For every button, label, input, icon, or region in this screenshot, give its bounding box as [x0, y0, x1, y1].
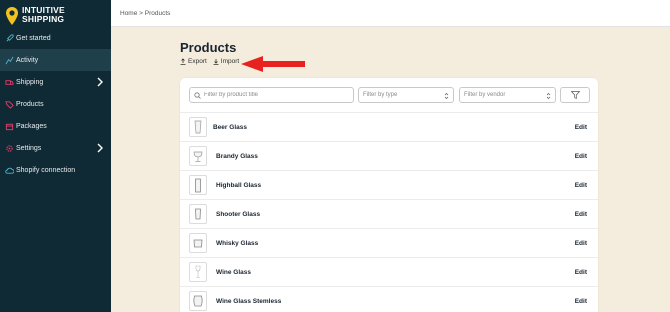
page-actions: Export Import: [180, 58, 245, 65]
chevron-right-icon: [97, 77, 103, 87]
sidebar-item-label: Settings: [16, 144, 42, 152]
export-label: Export: [188, 58, 207, 65]
sidebar: INTUITIVE SHIPPING Get started Activity …: [0, 0, 111, 312]
table-row[interactable]: Brandy Glass Edit: [180, 141, 598, 170]
edit-button[interactable]: Edit: [575, 240, 587, 247]
search-input[interactable]: [204, 92, 344, 98]
gear-icon: [4, 143, 14, 153]
table-row[interactable]: Wine Glass Stemless Edit: [180, 286, 598, 312]
brand-logo[interactable]: INTUITIVE SHIPPING: [5, 6, 65, 26]
product-thumbnail: [189, 146, 207, 166]
product-thumbnail: [189, 233, 207, 253]
import-icon: [213, 59, 219, 65]
sidebar-item-packages[interactable]: Packages: [0, 115, 111, 137]
product-list: Beer Glass Edit Brandy Glass Edit Highba…: [180, 112, 598, 312]
product-thumbnail: [189, 117, 207, 137]
product-name: Highball Glass: [216, 181, 262, 189]
vendor-filter-select[interactable]: Filter by vendor: [459, 87, 556, 103]
sidebar-item-label: Packages: [16, 122, 47, 130]
brand-name: INTUITIVE SHIPPING: [22, 6, 65, 24]
highball-glass-icon: [195, 178, 201, 192]
product-thumbnail: [189, 175, 207, 195]
product-name: Wine Glass Stemless: [216, 297, 282, 305]
sidebar-item-products[interactable]: Products: [0, 93, 111, 115]
table-row[interactable]: Highball Glass Edit: [180, 170, 598, 199]
brand-line-2: SHIPPING: [22, 14, 65, 24]
location-pin-icon: [6, 7, 18, 25]
cloud-icon: [4, 165, 14, 175]
edit-button[interactable]: Edit: [575, 269, 587, 276]
product-thumbnail: [189, 262, 207, 282]
stemless-wine-glass-icon: [193, 295, 203, 307]
activity-icon: [4, 55, 14, 65]
search-field[interactable]: [189, 87, 354, 103]
product-name: Beer Glass: [213, 123, 247, 131]
product-thumbnail: [189, 291, 207, 311]
truck-icon: [4, 77, 14, 87]
product-name: Wine Glass: [216, 268, 251, 276]
table-row[interactable]: Shooter Glass Edit: [180, 199, 598, 228]
sidebar-item-get-started[interactable]: Get started: [0, 27, 111, 49]
product-name: Whisky Glass: [216, 239, 259, 247]
edit-button[interactable]: Edit: [575, 182, 587, 189]
sidebar-item-label: Activity: [16, 56, 39, 64]
box-icon: [4, 121, 14, 131]
sidebar-item-label: Get started: [16, 34, 51, 42]
rocket-icon: [4, 33, 14, 43]
product-name: Shooter Glass: [216, 210, 261, 218]
edit-button[interactable]: Edit: [575, 153, 587, 160]
import-label: Import: [220, 58, 240, 65]
table-row[interactable]: Wine Glass Edit: [180, 257, 598, 286]
sidebar-item-label: Products: [16, 100, 44, 108]
type-filter-label: Filter by type: [363, 92, 398, 98]
brandy-glass-icon: [193, 151, 203, 162]
breadcrumb[interactable]: Home > Products: [120, 10, 170, 17]
table-row[interactable]: Beer Glass Edit: [180, 112, 598, 141]
export-icon: [180, 58, 186, 65]
sidebar-nav: Get started Activity Shipping Products P…: [0, 27, 111, 181]
sidebar-item-label: Shopify connection: [16, 166, 76, 174]
annotation-arrow-icon: [241, 56, 305, 72]
select-caret-icon: [444, 93, 449, 99]
chevron-right-icon: [97, 143, 103, 153]
page-title: Products: [180, 40, 237, 55]
sidebar-item-shopify-connection[interactable]: Shopify connection: [0, 159, 111, 181]
whisky-glass-icon: [193, 239, 203, 248]
select-caret-icon: [546, 93, 551, 99]
export-button[interactable]: Export: [180, 58, 207, 65]
product-name: Brandy Glass: [216, 152, 258, 160]
filter-button[interactable]: [560, 87, 590, 103]
sidebar-item-label: Shipping: [16, 78, 44, 86]
search-icon: [194, 91, 201, 99]
product-thumbnail: [189, 204, 207, 224]
edit-button[interactable]: Edit: [575, 298, 587, 305]
sidebar-item-activity[interactable]: Activity: [0, 49, 111, 71]
beer-glass-icon: [194, 120, 202, 134]
edit-button[interactable]: Edit: [575, 211, 587, 218]
table-row[interactable]: Whisky Glass Edit: [180, 228, 598, 257]
shooter-glass-icon: [195, 208, 201, 220]
top-bar: Home > Products: [111, 0, 670, 27]
sidebar-item-settings[interactable]: Settings: [0, 137, 111, 159]
import-button[interactable]: Import: [213, 58, 239, 65]
filter-icon: [570, 91, 580, 99]
type-filter-select[interactable]: Filter by type: [358, 87, 454, 103]
vendor-filter-label: Filter by vendor: [464, 92, 506, 98]
sidebar-item-shipping[interactable]: Shipping: [0, 71, 111, 93]
products-card: Filter by type Filter by vendor Beer Gla…: [180, 78, 598, 312]
edit-button[interactable]: Edit: [575, 124, 587, 131]
tag-icon: [4, 99, 14, 109]
wine-glass-icon: [195, 265, 201, 278]
